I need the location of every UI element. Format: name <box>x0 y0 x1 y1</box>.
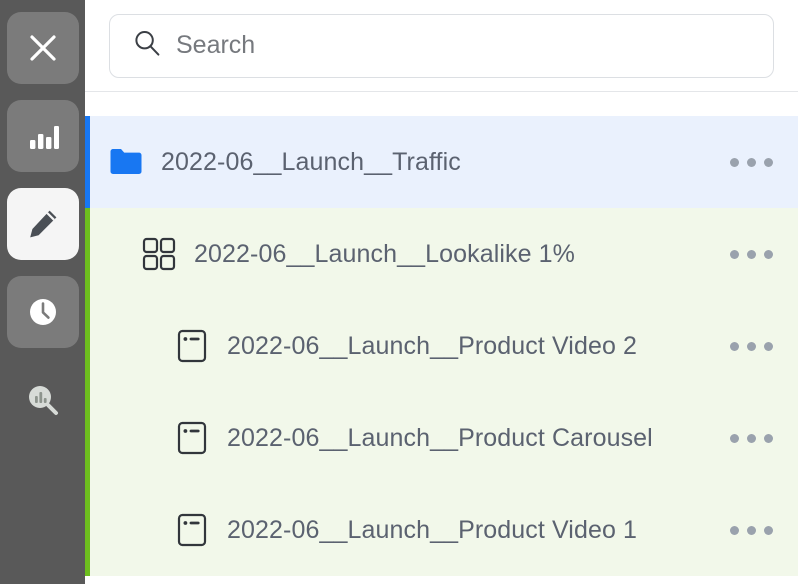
ad-card-icon <box>173 329 211 363</box>
row-accent-bar <box>85 116 90 208</box>
app-root: 2022-06__Launch__Traffic <box>0 0 798 584</box>
search-box[interactable] <box>109 13 774 78</box>
kebab-dot <box>746 525 756 535</box>
edit-button[interactable] <box>6 188 79 260</box>
row-label: 2022-06__Launch__Lookalike 1% <box>194 239 575 268</box>
bar-chart-icon <box>27 120 59 152</box>
chart-search-icon <box>25 382 61 418</box>
table-row[interactable]: 2022-06__Launch__Product Video 2 <box>85 300 798 392</box>
kebab-dot <box>763 525 773 535</box>
kebab-menu-button[interactable] <box>714 157 788 167</box>
kebab-dot <box>746 341 756 351</box>
row-label: 2022-06__Launch__Product Video 1 <box>227 515 638 544</box>
table-row[interactable]: 2022-06__Launch__Product Carousel <box>85 392 798 484</box>
left-rail <box>0 0 85 584</box>
kebab-menu-button[interactable] <box>714 433 788 443</box>
kebab-menu-button[interactable] <box>714 525 788 535</box>
kebab-dot <box>729 249 739 259</box>
row-label: 2022-06__Launch__Traffic <box>161 147 461 176</box>
history-button[interactable] <box>6 276 79 348</box>
row-accent-bar <box>85 300 90 392</box>
row-label: 2022-06__Launch__Product Carousel <box>227 423 653 452</box>
kebab-dot <box>746 433 756 443</box>
inspect-button[interactable] <box>7 364 79 436</box>
table-row[interactable]: 2022-06__Launch__Lookalike 1% <box>85 208 798 300</box>
kebab-dot <box>746 157 756 167</box>
kebab-dot <box>763 157 773 167</box>
search-header <box>85 0 798 92</box>
ad-card-icon <box>173 421 211 455</box>
kebab-dot <box>746 249 756 259</box>
table-row[interactable]: 2022-06__Launch__Traffic <box>85 116 798 208</box>
clock-icon <box>26 295 60 329</box>
row-accent-bar <box>85 392 90 484</box>
kebab-dot <box>729 525 739 535</box>
kebab-dot <box>763 433 773 443</box>
folder-icon <box>107 147 145 177</box>
table-row[interactable]: 2022-06__Launch__Product Video 1 <box>85 484 798 576</box>
kebab-menu-button[interactable] <box>714 249 788 259</box>
main-panel: 2022-06__Launch__Traffic <box>85 0 798 584</box>
row-label: 2022-06__Launch__Product Video 2 <box>227 331 638 360</box>
row-accent-bar <box>85 484 90 576</box>
row-accent-bar <box>85 208 90 300</box>
kebab-menu-button[interactable] <box>714 341 788 351</box>
close-button[interactable] <box>6 12 79 84</box>
ad-card-icon <box>173 513 211 547</box>
campaign-tree: 2022-06__Launch__Traffic 2022-06__Launch… <box>85 92 798 584</box>
search-input[interactable] <box>176 31 751 60</box>
kebab-dot <box>729 433 739 443</box>
kebab-dot <box>729 341 739 351</box>
close-icon <box>26 31 60 65</box>
kebab-dot <box>763 341 773 351</box>
pencil-icon <box>26 207 60 241</box>
analytics-button[interactable] <box>6 100 79 172</box>
kebab-dot <box>763 249 773 259</box>
search-icon <box>132 28 162 63</box>
grid-icon <box>140 237 178 271</box>
kebab-dot <box>729 157 739 167</box>
